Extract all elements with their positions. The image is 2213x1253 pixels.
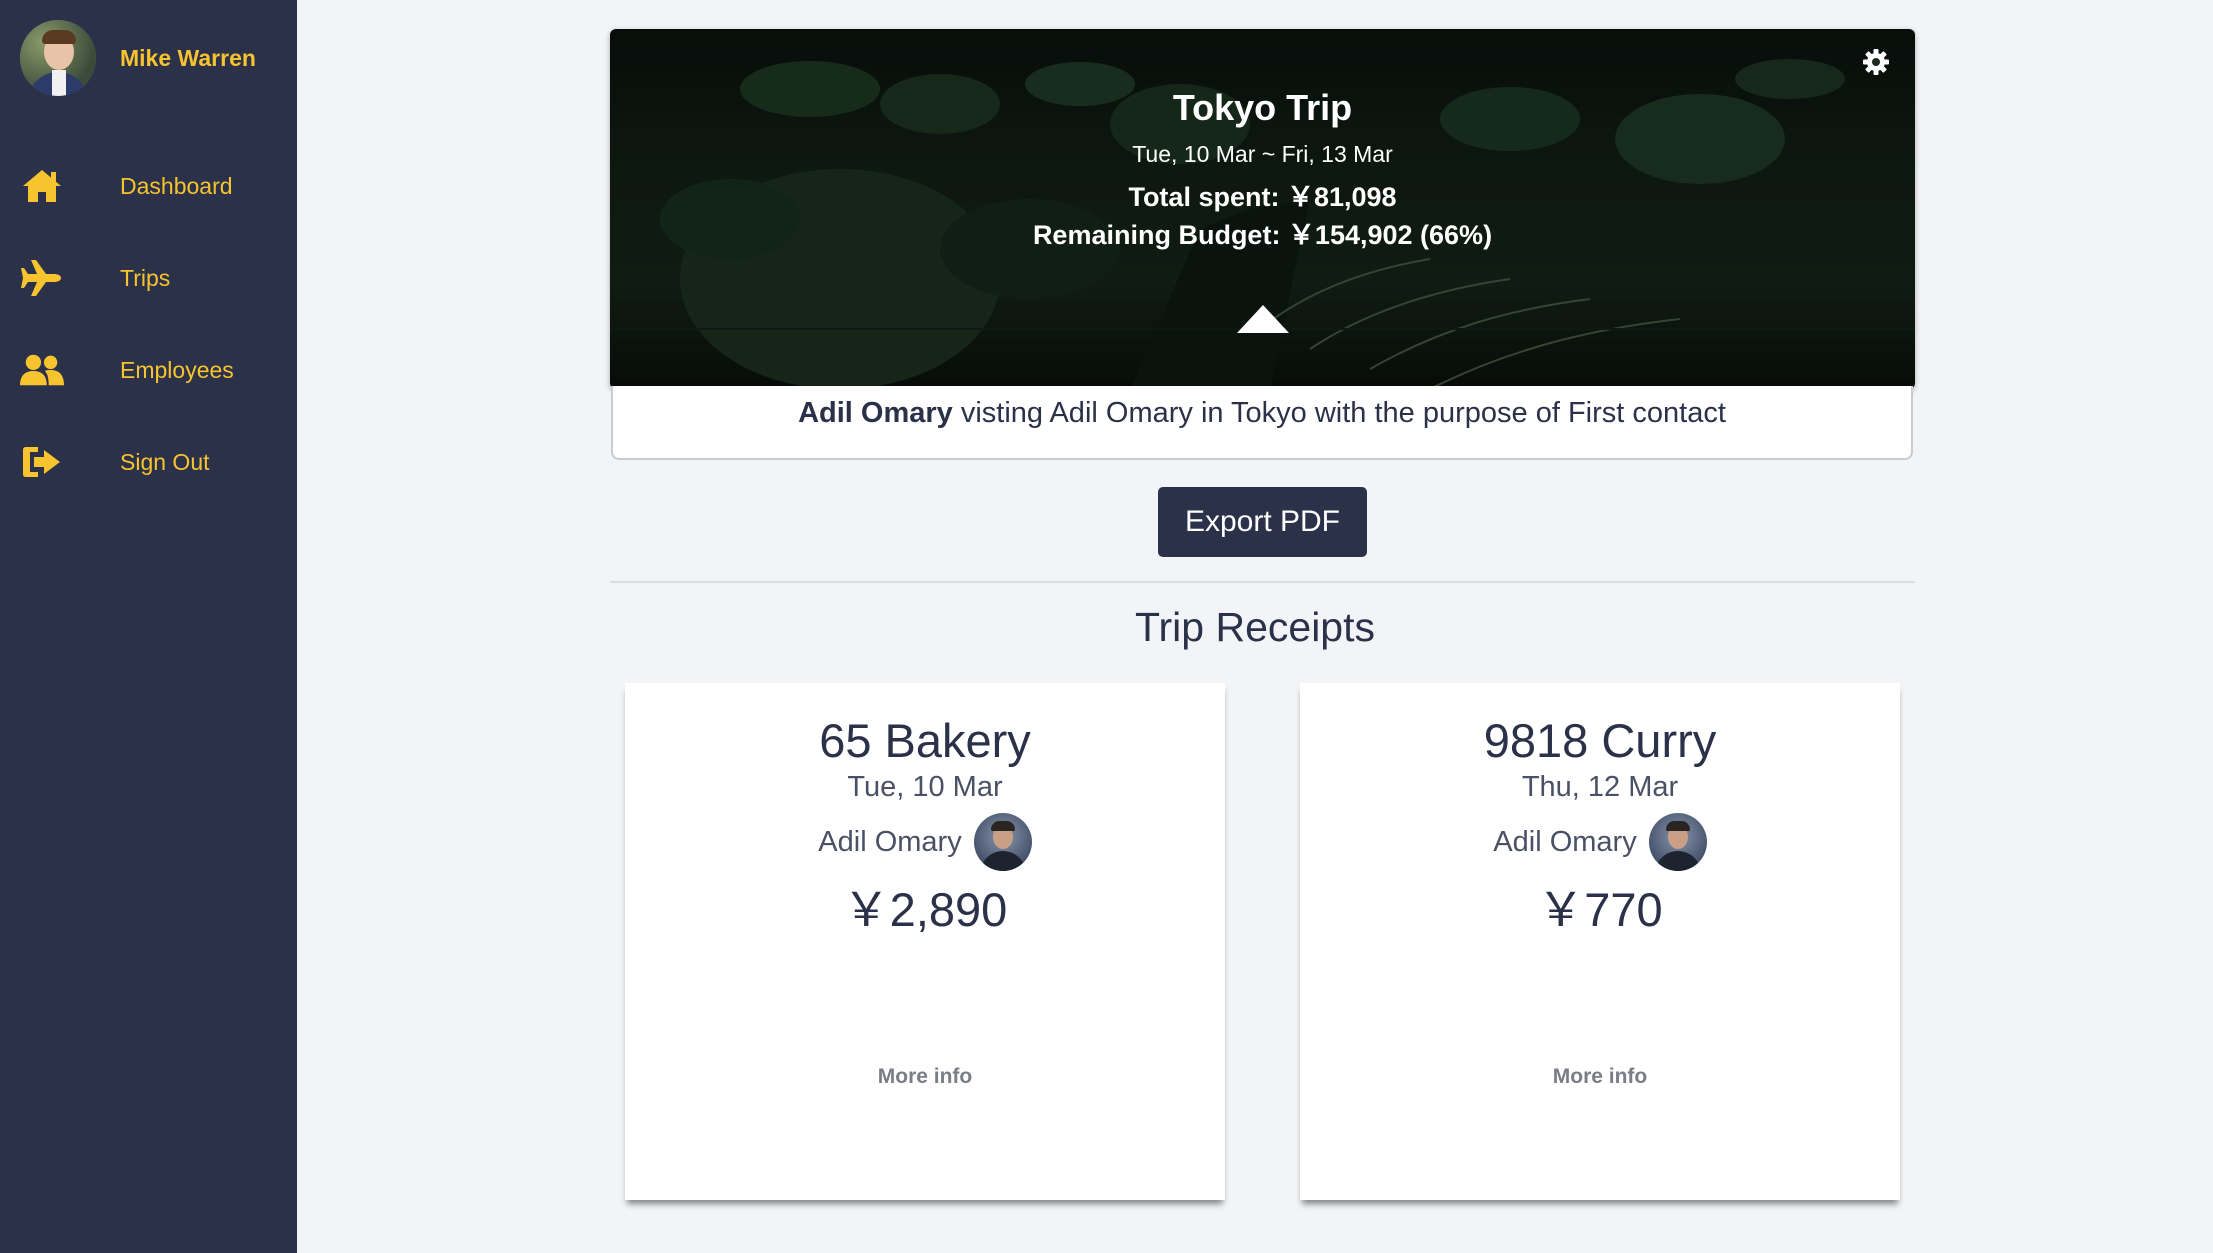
trip-title: Tokyo Trip [1172,87,1353,128]
more-info-link[interactable]: More info [1300,1065,1900,1089]
settings-gear-icon[interactable] [1861,47,1891,77]
divider [610,581,1915,583]
trip-hero-banner: Tokyo Trip Tue, 10 Mar ~ Fri, 13 Mar Tot… [610,29,1915,389]
sidebar-item-dashboard[interactable]: Dashboard [0,140,297,232]
employee-avatar [973,813,1032,871]
receipt-amount: ￥770 [1537,883,1663,936]
users-icon [20,350,64,390]
trip-dates: Tue, 10 Mar ~ Fri, 13 Mar [1132,141,1393,167]
receipt-vendor: 9818 Curry [1483,714,1717,767]
user-avatar [20,20,96,96]
sidebar-item-label: Sign Out [120,448,210,475]
trip-purpose-employee: Adil Omary [798,396,953,429]
receipt-employee: Adil Omary [625,813,1225,871]
receipt-date: Tue, 10 Mar [847,771,1003,803]
sign-out-icon [20,442,64,482]
user-name: Mike Warren [120,44,256,71]
section-title: Trip Receipts [1135,604,1375,650]
sidebar-item-trips[interactable]: Trips [0,232,297,324]
sidebar-item-label: Employees [120,356,234,383]
export-pdf-button[interactable]: Export PDF [1158,487,1367,557]
employee-avatar [1648,813,1707,871]
sidebar-item-sign-out[interactable]: Sign Out [0,416,297,508]
receipt-employee-name: Adil Omary [1493,825,1637,858]
receipt-vendor: 65 Bakery [819,714,1031,767]
plane-icon [20,258,64,298]
user-profile[interactable]: Mike Warren [20,20,256,96]
receipt-employee-name: Adil Omary [818,825,962,858]
receipt-date: Thu, 12 Mar [1521,771,1679,803]
receipt-card[interactable]: 9818 Curry Thu, 12 Mar Adil Omary ￥770 M… [1300,683,1900,1200]
sidebar-item-label: Trips [120,264,171,291]
home-icon [20,166,64,206]
trip-total-spent: Total spent: ￥81,098 [1128,182,1397,212]
receipt-card[interactable]: 65 Bakery Tue, 10 Mar Adil Omary ￥2,890 … [625,683,1225,1200]
collapse-up-arrow-icon[interactable] [1236,305,1289,333]
trip-remaining-budget: Remaining Budget: ￥154,902 (66%) [1032,220,1493,250]
sidebar-nav: Dashboard Trips Employees Sign Out [0,140,297,508]
trip-receipts-heading: Trip Receipts [0,604,2213,651]
receipt-amount: ￥2,890 [842,883,1008,936]
trip-purpose-text: visting Adil Omary in Tokyo with the pur… [960,396,1726,429]
sidebar-item-employees[interactable]: Employees [0,324,297,416]
trip-purpose: Adil Omary visting Adil Omary in Tokyo w… [611,386,1913,460]
more-info-link[interactable]: More info [625,1065,1225,1089]
receipt-employee: Adil Omary [1300,813,1900,871]
sidebar-item-label: Dashboard [120,172,233,199]
